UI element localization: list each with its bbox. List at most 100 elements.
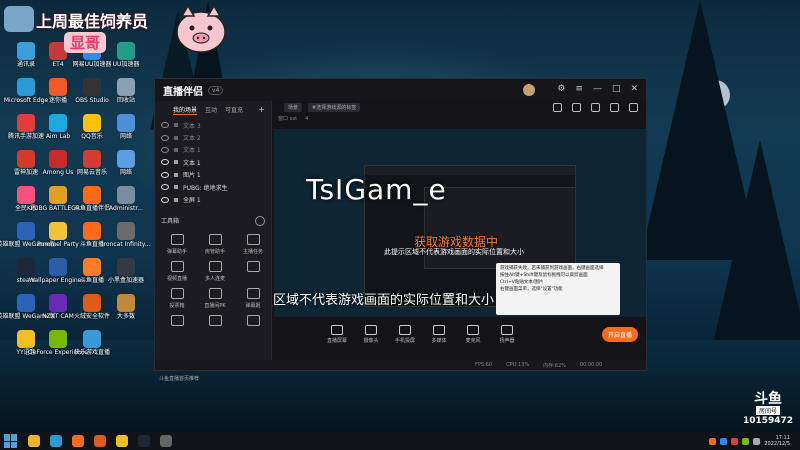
desktop-icon[interactable]: Ironcat Infinity...: [102, 220, 150, 258]
menu-icon[interactable]: ≡: [575, 84, 583, 96]
source-item[interactable]: PUBG: 绝地求生: [155, 181, 271, 193]
eye-icon[interactable]: [161, 122, 169, 129]
tool-button[interactable]: 弹幕姬: [235, 287, 271, 309]
notification-icon[interactable]: [610, 103, 619, 112]
tool-button[interactable]: [197, 314, 233, 329]
app-icon[interactable]: [94, 435, 106, 447]
lock-icon[interactable]: [174, 123, 178, 128]
close-icon[interactable]: ✕: [630, 84, 638, 96]
scene-chip[interactable]: #选择游戏源的标签: [308, 103, 361, 112]
app-icon: [49, 222, 67, 240]
tool-button[interactable]: 多人连麦: [197, 260, 233, 282]
control-button[interactable]: 手机投屏: [388, 324, 422, 344]
desktop-icon[interactable]: 网络: [106, 148, 146, 186]
tool-button[interactable]: 房管助手: [197, 233, 233, 255]
tray-icon[interactable]: [709, 437, 717, 445]
toolbox-header: 工具箱: [155, 206, 271, 226]
tab-recharge[interactable]: 可直充: [225, 105, 243, 115]
volume-icon[interactable]: [753, 437, 761, 445]
source-item[interactable]: 文本 1: [155, 156, 271, 168]
app-icon[interactable]: [116, 435, 128, 447]
app-icon: [117, 150, 135, 168]
tool-button[interactable]: 视频直播: [159, 260, 195, 282]
source-item[interactable]: 文本 3: [155, 119, 271, 131]
tool-button[interactable]: 弹幕助手: [159, 233, 195, 255]
desktop-icon[interactable]: Administr...: [106, 184, 146, 222]
control-icon: [331, 324, 343, 335]
layout-icon[interactable]: [553, 103, 562, 112]
control-button[interactable]: 直播屏幕: [320, 324, 354, 344]
tool-button[interactable]: [235, 260, 271, 282]
tool-button[interactable]: [235, 314, 271, 329]
source-item[interactable]: 文本 2: [155, 131, 271, 143]
eye-icon[interactable]: [161, 196, 169, 203]
app-icon: [49, 78, 67, 96]
preview-canvas[interactable]: TsIGam_e 获取游戏数据中 此提示区域不代表游戏画面的实际位置和大小 此提…: [274, 129, 646, 317]
desktop-icon[interactable]: 网络: [106, 112, 146, 150]
taskbar: 17:11 2022/12/5: [0, 432, 800, 450]
desktop-icon[interactable]: 快乐游戏直播: [72, 328, 112, 366]
tray-icon[interactable]: [731, 437, 739, 445]
tool-label: 直播间PK: [204, 302, 226, 309]
scene-chip[interactable]: 场景: [284, 103, 303, 112]
app-icon: [17, 150, 35, 168]
clock[interactable]: 17:11 2022/12/5: [764, 435, 790, 447]
source-label: 文本 2: [183, 135, 201, 143]
douyu-icon[interactable]: [72, 435, 84, 447]
eye-icon[interactable]: [161, 159, 169, 166]
source-item[interactable]: 图片 1: [155, 169, 271, 181]
control-button[interactable]: 摄像头: [354, 324, 388, 344]
lock-icon[interactable]: [174, 172, 178, 177]
minimize-icon[interactable]: —: [593, 84, 602, 96]
start-live-button[interactable]: 开启直播: [601, 326, 638, 342]
sub-bar: 窗口 sxt 4: [272, 114, 646, 123]
desktop-icon[interactable]: 回收站: [106, 76, 146, 114]
eye-icon[interactable]: [161, 134, 169, 141]
tool-icon: [170, 260, 184, 272]
steam-icon[interactable]: [138, 435, 150, 447]
eye-icon[interactable]: [161, 184, 169, 191]
source-item[interactable]: 文本 1: [155, 144, 271, 156]
lock-icon[interactable]: [174, 197, 178, 202]
windows-start-icon[interactable]: [4, 434, 18, 448]
tray-icon[interactable]: [720, 437, 728, 445]
control-button[interactable]: 麦克风: [456, 324, 490, 344]
lock-icon[interactable]: [174, 135, 178, 140]
desktop-icon[interactable]: 小黑盒加速器: [106, 256, 146, 294]
lock-icon[interactable]: [174, 160, 178, 165]
eye-icon[interactable]: [161, 171, 169, 178]
app-icon: [83, 294, 101, 312]
settings-icon[interactable]: ⚙: [557, 84, 565, 96]
tool-button[interactable]: 投票箱: [159, 287, 195, 309]
app-title: 直播伴侣: [163, 86, 203, 98]
settings-icon[interactable]: [629, 103, 638, 112]
source-item[interactable]: 全屏 1: [155, 193, 271, 205]
tool-button[interactable]: 主播任务: [235, 233, 271, 255]
gift-icon[interactable]: [591, 103, 600, 112]
tool-icon: [208, 233, 222, 245]
control-button[interactable]: 多媒体: [422, 324, 456, 344]
edge-icon[interactable]: [50, 435, 62, 447]
lock-icon[interactable]: [174, 147, 178, 152]
hint-text-large: 此提示区域不代表游戏画面的实际位置和大小: [274, 293, 495, 308]
desktop-icon[interactable]: 大多数: [106, 292, 146, 330]
tab-scenes[interactable]: 我的场景: [173, 105, 198, 115]
lock-icon[interactable]: [174, 185, 178, 190]
control-icon: [467, 324, 479, 335]
tab-interact[interactable]: 互动: [205, 105, 217, 115]
app-icon: [83, 78, 101, 96]
more-icon[interactable]: [255, 215, 265, 226]
app-icon[interactable]: [160, 435, 172, 447]
add-source-icon[interactable]: +: [258, 105, 265, 115]
tool-button[interactable]: [159, 314, 195, 329]
desktop-icon-label: 火绒安全软件: [73, 313, 110, 320]
tool-button[interactable]: 直播间PK: [197, 287, 233, 309]
file-explorer-icon[interactable]: [28, 435, 40, 447]
tray-icon[interactable]: [742, 437, 750, 445]
eye-icon[interactable]: [161, 146, 169, 153]
record-icon[interactable]: [572, 103, 581, 112]
avatar[interactable]: [523, 84, 536, 96]
maximize-icon[interactable]: □: [612, 84, 621, 96]
app-icon: [83, 150, 101, 168]
control-button[interactable]: 扬声器: [490, 324, 524, 344]
